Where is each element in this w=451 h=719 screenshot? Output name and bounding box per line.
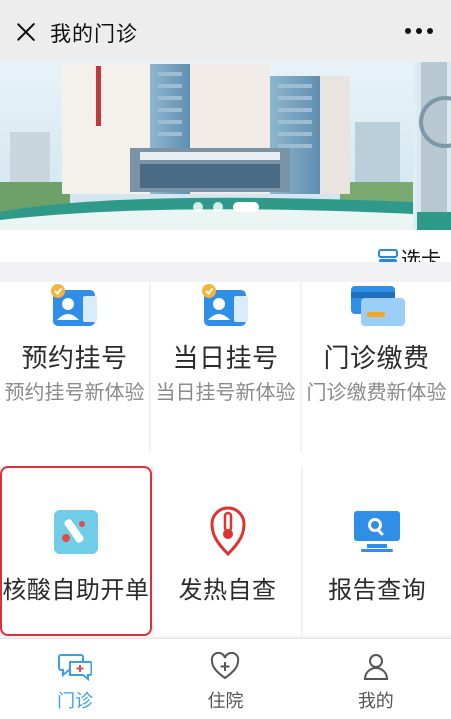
report-search-icon	[354, 511, 401, 552]
same-day-registration-icon	[201, 284, 248, 326]
tab-label: 我的	[357, 691, 394, 712]
chat-plus-icon	[58, 654, 93, 682]
carousel-dot[interactable]	[212, 202, 223, 212]
service-title: 核酸自助开单	[2, 576, 150, 604]
service-fever-self-check[interactable]: 发热自查	[153, 466, 302, 636]
bottom-tab-bar: 门诊 住院 我的	[0, 638, 451, 719]
tab-mine[interactable]: 我的	[301, 639, 451, 719]
services-grid-secondary: 核酸自助开单 发热自查 报告查询	[0, 466, 451, 638]
carousel-dot-active[interactable]	[232, 202, 259, 212]
tab-outpatient[interactable]: 门诊	[0, 639, 150, 719]
carousel-dot[interactable]	[192, 202, 203, 212]
user-icon	[363, 654, 388, 680]
tab-label: 住院	[207, 691, 244, 712]
service-report-query[interactable]: 报告查询	[303, 466, 451, 636]
service-title: 当日挂号	[172, 344, 279, 374]
appointment-registration-icon	[50, 284, 97, 326]
nucleic-acid-test-icon	[53, 510, 98, 554]
thermometer-icon	[209, 506, 246, 556]
service-title: 门诊缴费	[323, 344, 430, 374]
service-outpatient-payment[interactable]: 门诊缴费 门诊缴费新体验	[302, 282, 451, 452]
tab-inpatient[interactable]: 住院	[150, 639, 300, 719]
service-subtitle: 预约挂号新体验	[4, 380, 145, 404]
outpatient-payment-icon	[350, 286, 405, 326]
service-title: 发热自查	[178, 576, 277, 604]
service-subtitle: 当日挂号新体验	[155, 380, 296, 404]
service-same-day-registration[interactable]: 当日挂号 当日挂号新体验	[151, 282, 300, 452]
close-icon[interactable]	[12, 18, 40, 46]
service-appointment-registration[interactable]: 预约挂号 预约挂号新体验	[0, 282, 149, 452]
tab-label: 门诊	[57, 691, 94, 712]
service-nucleic-acid-test[interactable]: 核酸自助开单	[0, 466, 152, 636]
service-subtitle: 门诊缴费新体验	[306, 380, 447, 404]
service-title: 报告查询	[328, 576, 427, 604]
more-icon[interactable]	[405, 28, 433, 34]
carousel-dots	[0, 202, 451, 212]
service-title: 预约挂号	[21, 344, 128, 374]
heart-plus-icon	[211, 651, 240, 680]
top-bar: 我的门诊	[0, 0, 451, 62]
page-title: 我的门诊	[50, 22, 138, 46]
services-grid-primary: 预约挂号 预约挂号新体验 当日挂号 当日挂号新体验 门诊缴费 门诊缴费新体验	[0, 262, 451, 452]
banner-carousel[interactable]	[0, 62, 451, 230]
